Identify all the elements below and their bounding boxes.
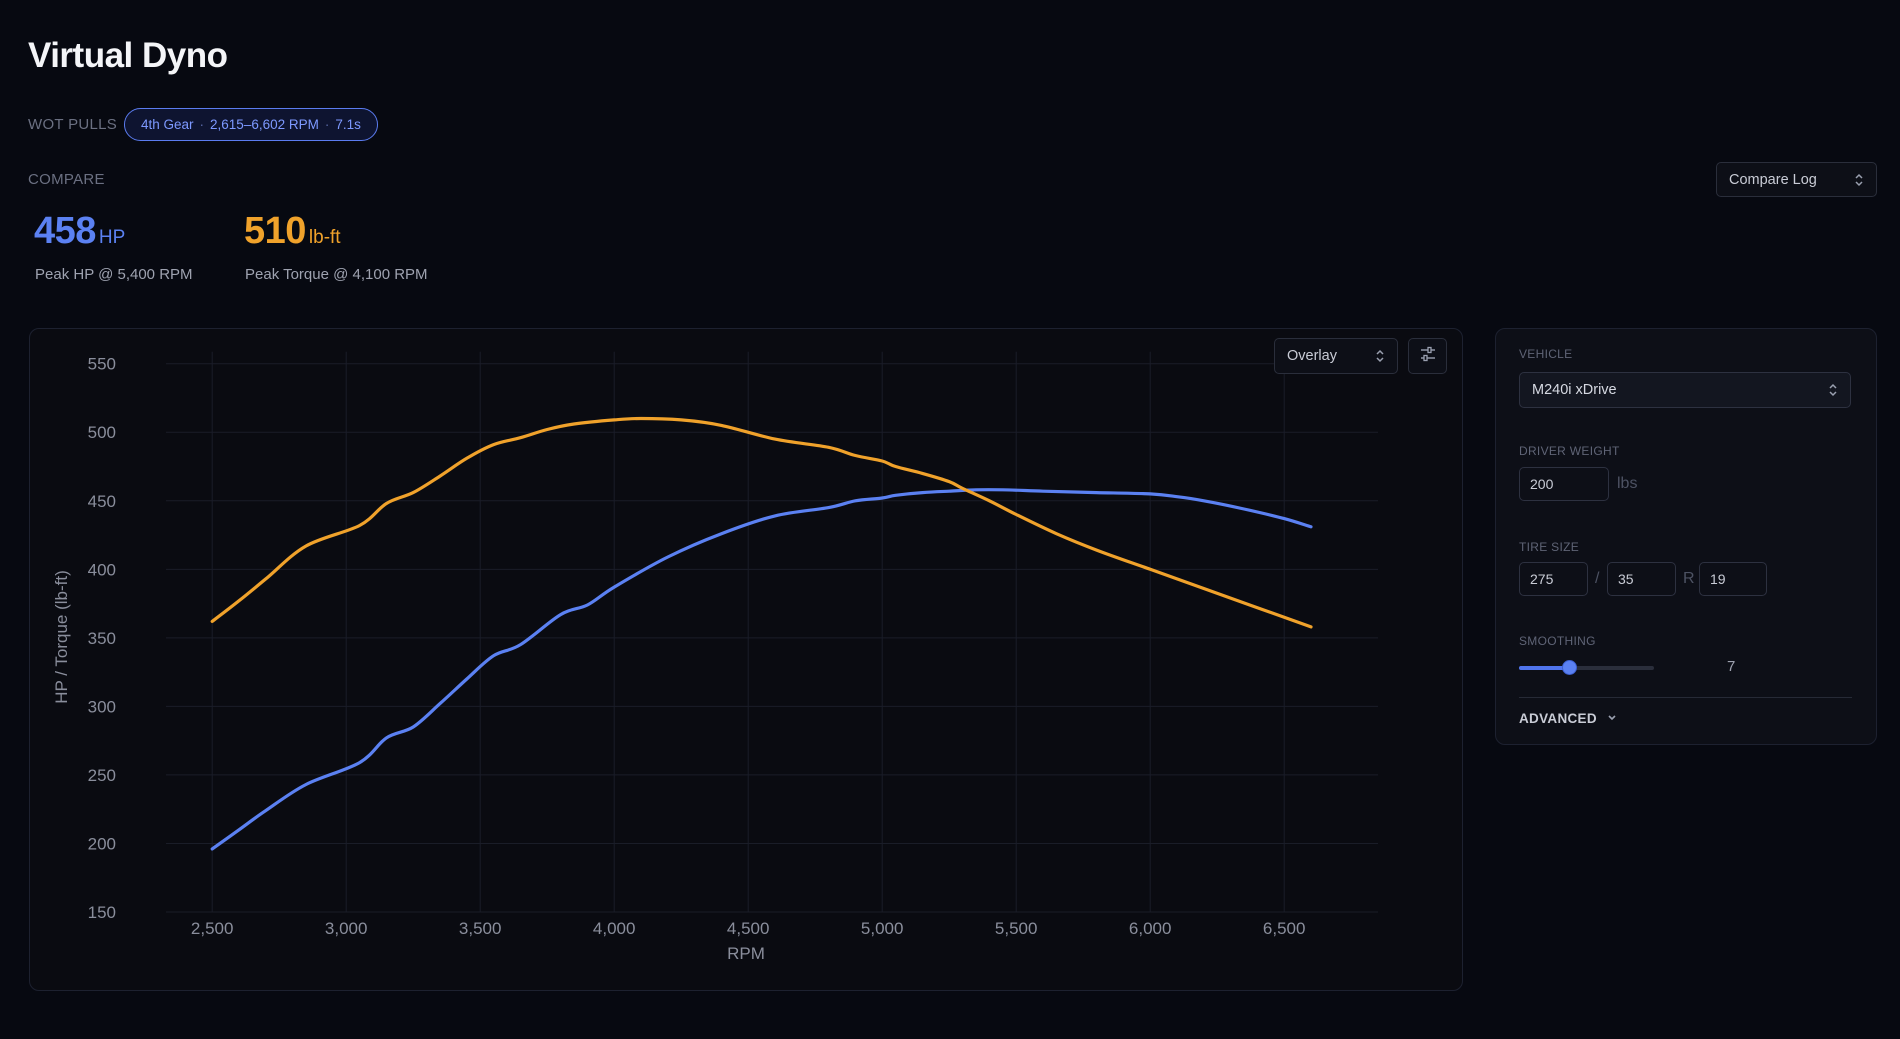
smoothing-value: 7 xyxy=(1727,658,1736,675)
tire-width-input[interactable] xyxy=(1519,562,1588,596)
x-tick-label: 5,000 xyxy=(861,919,904,938)
vehicle-label: VEHICLE xyxy=(1519,347,1573,361)
x-tick-label: 4,500 xyxy=(727,919,770,938)
view-mode-label: Overlay xyxy=(1287,348,1337,364)
view-mode-select[interactable]: Overlay xyxy=(1274,338,1398,374)
sliders-icon xyxy=(1419,346,1437,367)
x-tick-label: 4,000 xyxy=(593,919,636,938)
tire-separator: / xyxy=(1595,570,1600,587)
driver-weight-input[interactable] xyxy=(1519,467,1609,501)
advanced-toggle[interactable]: ADVANCED xyxy=(1519,711,1617,726)
smoothing-slider-thumb[interactable] xyxy=(1561,660,1577,675)
smoothing-label: SMOOTHING xyxy=(1519,634,1596,648)
tire-r-label: R xyxy=(1683,570,1695,587)
smoothing-slider[interactable] xyxy=(1519,660,1654,675)
hp-series-line xyxy=(210,488,1313,851)
tire-aspect-input[interactable] xyxy=(1607,562,1676,596)
divider xyxy=(1519,697,1852,698)
x-tick-label: 6,500 xyxy=(1263,919,1306,938)
y-axis-label: HP / Torque (lb-ft) xyxy=(52,570,71,704)
vehicle-select[interactable]: M240i xDrive xyxy=(1519,372,1851,408)
x-tick-label: 3,000 xyxy=(325,919,368,938)
chart-settings-button[interactable] xyxy=(1408,338,1447,374)
y-tick-label: 500 xyxy=(88,423,116,442)
chevron-updown-icon xyxy=(1828,383,1838,397)
x-tick-label: 5,500 xyxy=(995,919,1038,938)
y-tick-label: 350 xyxy=(88,629,116,648)
y-tick-label: 150 xyxy=(88,903,116,922)
x-tick-label: 2,500 xyxy=(191,919,234,938)
y-tick-label: 250 xyxy=(88,766,116,785)
tire-rim-input[interactable] xyxy=(1699,562,1767,596)
y-tick-label: 400 xyxy=(88,560,116,579)
chevron-down-icon xyxy=(1607,713,1617,725)
driver-weight-label: DRIVER WEIGHT xyxy=(1519,444,1620,458)
x-axis-label: RPM xyxy=(727,944,765,963)
y-tick-label: 550 xyxy=(88,355,116,374)
tire-size-label: TIRE SIZE xyxy=(1519,540,1580,554)
y-tick-label: 450 xyxy=(88,492,116,511)
advanced-label: ADVANCED xyxy=(1519,711,1597,726)
x-tick-label: 3,500 xyxy=(459,919,502,938)
vehicle-value: M240i xDrive xyxy=(1532,382,1617,398)
x-tick-label: 6,000 xyxy=(1129,919,1172,938)
torque-series-line xyxy=(210,416,1313,629)
chevron-updown-icon xyxy=(1375,349,1385,363)
y-tick-label: 300 xyxy=(88,697,116,716)
driver-weight-unit: lbs xyxy=(1617,475,1638,492)
y-tick-label: 200 xyxy=(88,834,116,853)
